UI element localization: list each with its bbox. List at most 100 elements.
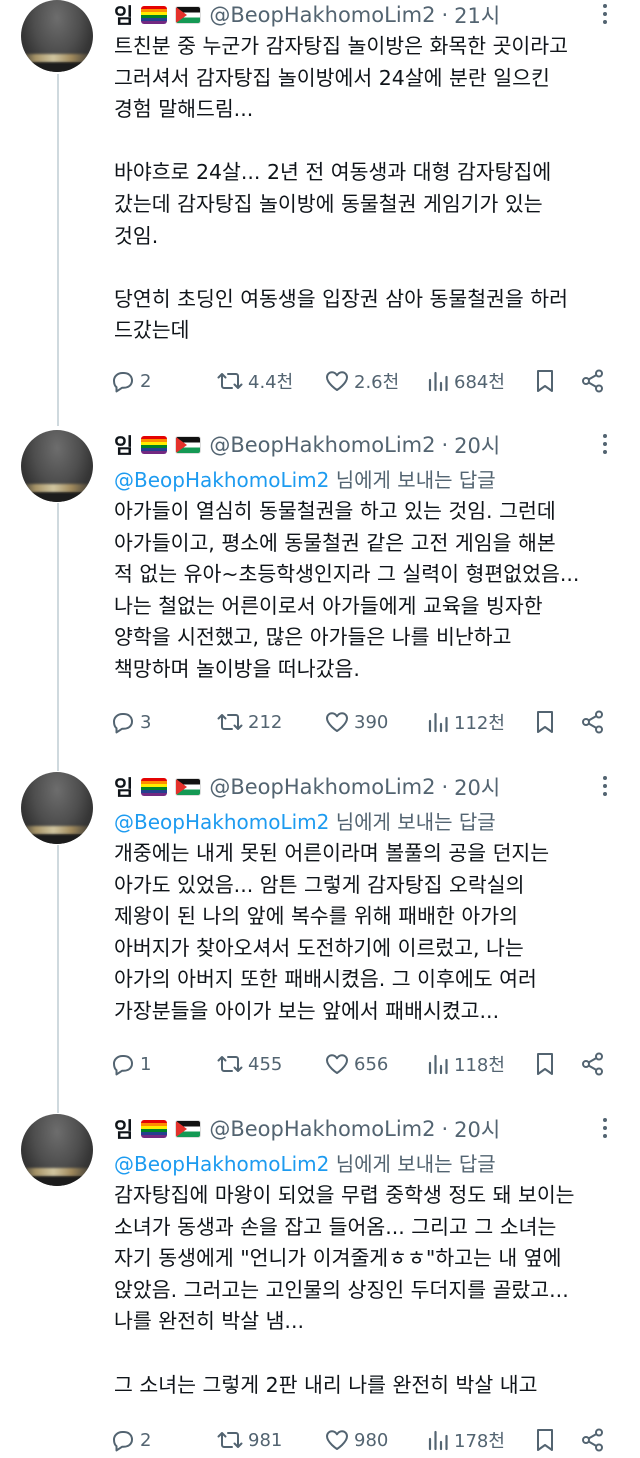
views-button[interactable]: 178천 [426, 1425, 505, 1455]
heart-icon [326, 1054, 348, 1074]
tweet-text: 개중에는 내게 못된 어른이라며 볼풀의 공을 던지는 아가도 있었음... 암… [114, 838, 634, 1028]
avatar[interactable] [21, 1114, 93, 1186]
more-options-icon[interactable] [597, 4, 613, 24]
display-name[interactable]: 임 [114, 772, 133, 802]
bookmark-button[interactable] [534, 1425, 556, 1455]
tweet-text-line: 아가의 아버지 또한 패배시켰음. 그 이후에도 여러 [114, 967, 537, 992]
retweet-button[interactable]: 455 [216, 1049, 282, 1079]
tweet-text-line: 자기 동생에게 "언니가 이겨줄게ㅎㅎ"하고는 내 옆에 [114, 1246, 562, 1271]
timestamp[interactable]: 21시 [454, 0, 500, 30]
tweet-text-line: 제왕이 된 나의 앞에 복수를 위해 패배한 아가의 [114, 904, 518, 929]
tweet-text-line: 아버지가 찾아오셔서 도전하기에 이르렀고, 나는 [114, 935, 524, 960]
tweet-actions: 1 455 656 118천 [110, 1049, 610, 1079]
handle[interactable]: @BeopHakhomoLim2 [209, 1117, 435, 1141]
rainbow-flag-icon [141, 436, 168, 454]
palestine-flag-icon [175, 436, 202, 454]
handle[interactable]: @BeopHakhomoLim2 [209, 433, 435, 457]
share-button[interactable] [580, 707, 606, 737]
display-name[interactable]: 임 [114, 0, 133, 30]
retweet-button[interactable]: 981 [216, 1425, 282, 1455]
more-options-icon[interactable] [597, 434, 613, 454]
heart-icon [326, 371, 348, 391]
share-button[interactable] [580, 1049, 606, 1079]
reply-to-mention[interactable]: @BeopHakhomoLim2 [114, 468, 329, 492]
reply-to-label: 님에게 보내는 답글 [335, 810, 496, 834]
palestine-flag-icon [175, 6, 202, 24]
retweet-button[interactable]: 4.4천 [216, 366, 293, 396]
share-button[interactable] [580, 366, 606, 396]
reply-button[interactable]: 2 [110, 366, 151, 396]
reply-to-mention[interactable]: @BeopHakhomoLim2 [114, 810, 329, 834]
reply-to-line: @BeopHakhomoLim2 님에게 보내는 답글 [114, 806, 496, 835]
reply-icon [113, 1055, 133, 1076]
reply-count: 1 [140, 1053, 152, 1075]
tweet-text-line: 갔는데 감자탕집 놀이방에 동물철권 게임기가 있는 [114, 191, 543, 216]
retweet-count: 212 [248, 711, 283, 733]
tweet-text-line: 소녀가 동생과 손을 잡고 들어옴... 그리고 그 소녀는 [114, 1214, 557, 1239]
views-count: 178천 [454, 1431, 505, 1452]
retweet-icon [217, 1056, 243, 1072]
share-icon [582, 1052, 603, 1076]
tweet[interactable]: 임 @BeopHakhomoLim2 · 21시 트친분 중 누군가 감자탕집 … [0, 0, 640, 420]
display-name[interactable]: 임 [114, 1114, 133, 1144]
views-icon [428, 371, 448, 392]
tweet-actions: 2 4.4천 2.6천 684천 [110, 366, 610, 396]
like-count: 390 [354, 711, 389, 733]
tweet-header: 임 @BeopHakhomoLim2 · 21시 [114, 0, 500, 30]
tweet[interactable]: 임 @BeopHakhomoLim2 · 20시 @BeopHakhomoLim… [0, 430, 640, 760]
avatar[interactable] [21, 772, 93, 844]
share-button[interactable] [580, 1425, 606, 1455]
reply-to-label: 님에게 보내는 답글 [335, 468, 496, 492]
tweet-text-line: 드갔는데 [114, 318, 190, 343]
views-button[interactable]: 118천 [426, 1049, 505, 1079]
more-options-icon[interactable] [597, 776, 613, 796]
bookmark-icon [537, 370, 553, 392]
tweet-text-line: 나를 완전히 박살 냄... [114, 1309, 304, 1334]
handle[interactable]: @BeopHakhomoLim2 [209, 775, 435, 799]
views-count: 118천 [454, 1055, 505, 1076]
rainbow-flag-icon [141, 6, 168, 24]
like-button[interactable]: 2.6천 [324, 366, 399, 396]
timestamp[interactable]: 20시 [454, 772, 500, 802]
views-count: 684천 [454, 372, 505, 393]
tweet-text-line: 경험 말해드림... [114, 97, 254, 122]
reply-button[interactable]: 2 [110, 1425, 151, 1455]
bookmark-button[interactable] [534, 366, 556, 396]
tweet[interactable]: 임 @BeopHakhomoLim2 · 20시 @BeopHakhomoLim… [0, 1114, 640, 1458]
like-count: 2.6천 [354, 372, 400, 393]
tweet[interactable]: 임 @BeopHakhomoLim2 · 20시 @BeopHakhomoLim… [0, 772, 640, 1102]
like-button[interactable]: 390 [324, 707, 388, 737]
reply-to-mention[interactable]: @BeopHakhomoLim2 [114, 1152, 329, 1176]
tweet-text-line: 그 소녀는 그렇게 2판 내리 나를 완전히 박살 내고 [114, 1372, 538, 1397]
retweet-count: 4.4천 [248, 372, 294, 393]
timestamp[interactable]: 20시 [454, 1114, 500, 1144]
timestamp[interactable]: 20시 [454, 430, 500, 460]
views-button[interactable]: 112천 [426, 707, 505, 737]
avatar[interactable] [21, 430, 93, 502]
reply-count: 2 [140, 370, 152, 392]
more-options-icon[interactable] [597, 1118, 613, 1138]
retweet-button[interactable]: 212 [216, 707, 282, 737]
bookmark-button[interactable] [534, 1049, 556, 1079]
like-button[interactable]: 980 [324, 1425, 388, 1455]
tweet-text: 감자탕집에 마왕이 되었을 무렵 중학생 정도 돼 보이는 소녀가 동생과 손을… [114, 1180, 634, 1401]
reply-button[interactable]: 1 [110, 1049, 151, 1079]
rainbow-flag-icon [141, 1120, 168, 1138]
views-button[interactable]: 684천 [426, 366, 505, 396]
like-button[interactable]: 656 [324, 1049, 388, 1079]
avatar[interactable] [21, 0, 93, 72]
retweet-count: 981 [248, 1429, 283, 1451]
reply-button[interactable]: 3 [110, 707, 151, 737]
tweet-text-line: 바야흐로 24살... 2년 전 여동생과 대형 감자탕집에 [114, 160, 552, 185]
handle[interactable]: @BeopHakhomoLim2 [209, 3, 435, 27]
heart-icon [326, 1430, 348, 1450]
bookmark-icon [537, 1429, 553, 1451]
display-name[interactable]: 임 [114, 430, 133, 460]
bookmark-button[interactable] [534, 707, 556, 737]
bookmark-icon [537, 1053, 553, 1075]
separator-dot: · [441, 775, 449, 799]
tweet-text-line: 개중에는 내게 못된 어른이라며 볼풀의 공을 던지는 [114, 841, 550, 865]
tweet-actions: 2 981 980 178천 [110, 1425, 610, 1455]
reply-to-label: 님에게 보내는 답글 [335, 1152, 496, 1176]
tweet-header: 임 @BeopHakhomoLim2 · 20시 [114, 430, 500, 460]
